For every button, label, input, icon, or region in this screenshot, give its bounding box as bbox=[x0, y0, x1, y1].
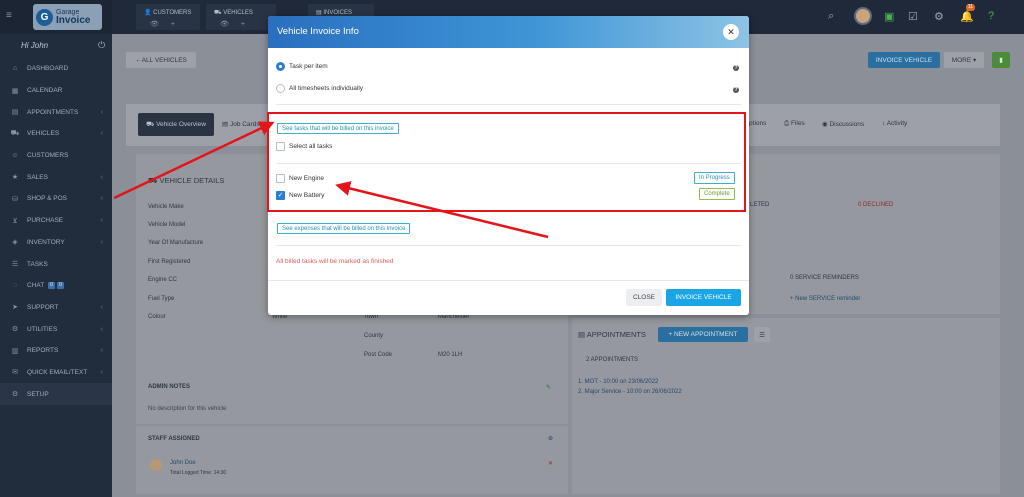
arrow-to-new-battery bbox=[335, 181, 549, 239]
annotation-arrows bbox=[113, 121, 549, 239]
arrow-to-see-tasks bbox=[113, 121, 275, 200]
